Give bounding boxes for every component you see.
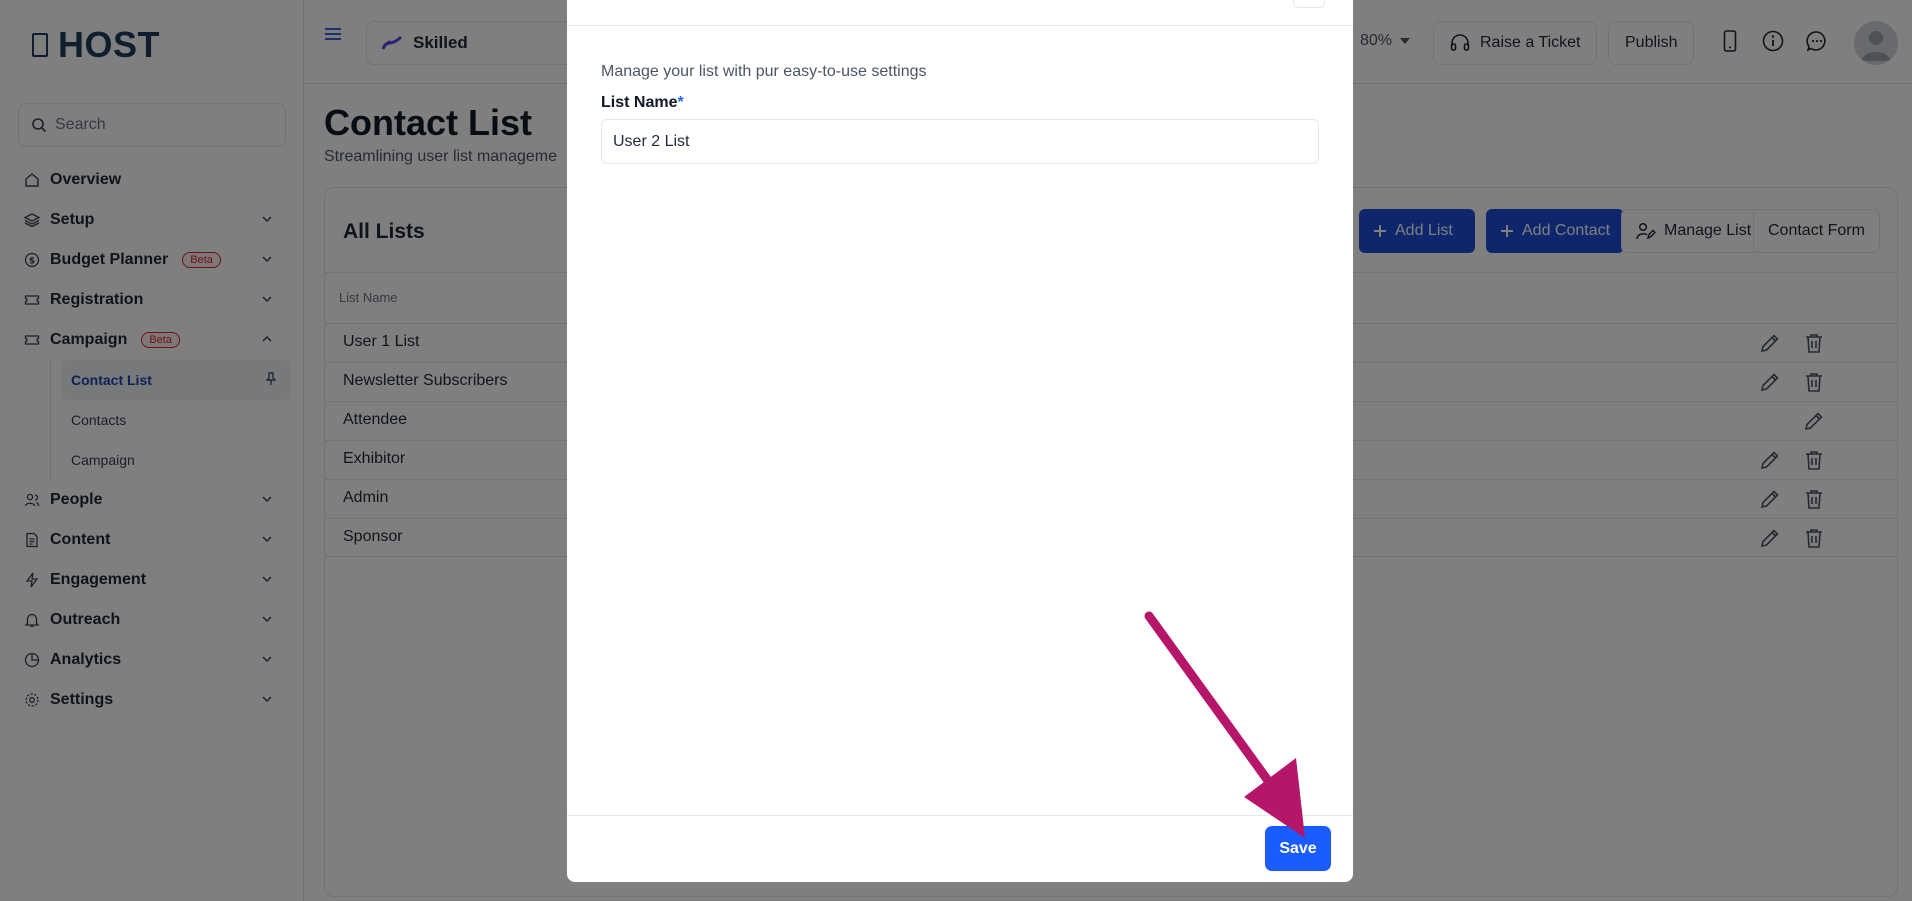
annotation-arrow-icon (1144, 611, 1305, 838)
list-name-input[interactable] (601, 119, 1319, 164)
required-mark: * (677, 94, 684, 111)
modal-header-divider (567, 25, 1353, 26)
list-name-label-text: List Name (601, 94, 678, 111)
modal-close-button[interactable] (1293, 0, 1325, 8)
list-name-label: List Name* (601, 94, 684, 112)
modal-description: Manage your list with pur easy-to-use se… (601, 63, 927, 80)
